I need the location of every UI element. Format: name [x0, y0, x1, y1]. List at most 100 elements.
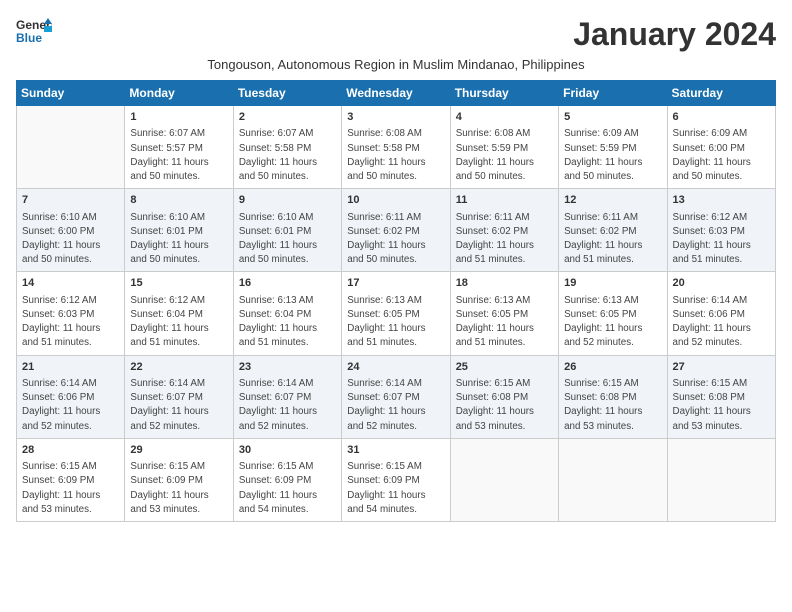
calendar-week-row: 7 Sunrise: 6:10 AMSunset: 6:00 PMDaylight… [17, 189, 776, 272]
table-row: 20 Sunrise: 6:14 AMSunset: 6:06 PMDayligh… [667, 272, 775, 355]
table-row: 4 Sunrise: 6:08 AMSunset: 5:59 PMDaylight… [450, 106, 558, 189]
day-number: 8 [130, 193, 227, 208]
col-saturday: Saturday [667, 81, 775, 106]
col-monday: Monday [125, 81, 233, 106]
table-row: 5Sunrise: 6:09 AMSunset: 5:59 PMDaylight… [559, 106, 667, 189]
day-info: Sunrise: 6:14 AMSunset: 6:06 PMDaylight:… [22, 377, 119, 434]
day-number: 6 [673, 110, 770, 125]
day-info: Sunrise: 6:15 AMSunset: 6:08 PMDaylight:… [564, 377, 661, 434]
day-info: Sunrise: 6:13 AMSunset: 6:05 PMDaylight:… [456, 294, 553, 351]
table-row: 13 Sunrise: 6:12 AMSunset: 6:03 PMDayligh… [667, 189, 775, 272]
table-row [450, 438, 558, 521]
day-info: Sunrise: 6:15 AMSunset: 6:08 PMDaylight:… [456, 377, 553, 434]
col-friday: Friday [559, 81, 667, 106]
page-subtitle: Tongouson, Autonomous Region in Muslim M… [16, 57, 776, 72]
calendar-week-row: 14 Sunrise: 6:12 AMSunset: 6:03 PMDayligh… [17, 272, 776, 355]
day-info: Sunrise: 6:13 AMSunset: 6:05 PMDaylight:… [564, 294, 661, 351]
table-row [17, 106, 125, 189]
day-number: 25 [456, 360, 553, 375]
day-info: Sunrise: 6:10 AMSunset: 6:01 PMDaylight:… [130, 211, 227, 268]
day-number: 19 [564, 276, 661, 291]
col-thursday: Thursday [450, 81, 558, 106]
day-info: Sunrise: 6:11 AMSunset: 6:02 PMDaylight:… [564, 211, 661, 268]
day-number: 1 [130, 110, 227, 125]
page-wrapper: General Blue January 2024 Tongouson, Aut… [16, 16, 776, 522]
table-row: 14 Sunrise: 6:12 AMSunset: 6:03 PMDayligh… [17, 272, 125, 355]
table-row: 16Sunrise: 6:13 AMSunset: 6:04 PMDayligh… [233, 272, 341, 355]
day-number: 9 [239, 193, 336, 208]
day-number: 7 [22, 193, 119, 208]
day-number: 26 [564, 360, 661, 375]
day-number: 11 [456, 193, 553, 208]
day-info: Sunrise: 6:11 AMSunset: 6:02 PMDaylight:… [456, 211, 553, 268]
table-row: 18 Sunrise: 6:13 AMSunset: 6:05 PMDayligh… [450, 272, 558, 355]
day-info: Sunrise: 6:15 AMSunset: 6:08 PMDaylight:… [673, 377, 770, 434]
day-number: 21 [22, 360, 119, 375]
day-info: Sunrise: 6:14 AMSunset: 6:07 PMDaylight:… [239, 377, 336, 434]
day-info: Sunrise: 6:15 AMSunset: 6:09 PMDaylight:… [239, 460, 336, 517]
table-row: 28Sunrise: 6:15 AMSunset: 6:09 PMDayligh… [17, 438, 125, 521]
table-row: 10 Sunrise: 6:11 AMSunset: 6:02 PMDayligh… [342, 189, 450, 272]
day-info: Sunrise: 6:12 AMSunset: 6:04 PMDaylight:… [130, 294, 227, 351]
day-info: Sunrise: 6:14 AMSunset: 6:07 PMDaylight:… [130, 377, 227, 434]
logo-icon: General Blue [16, 16, 52, 46]
table-row: 31Sunrise: 6:15 AMSunset: 6:09 PMDayligh… [342, 438, 450, 521]
day-number: 22 [130, 360, 227, 375]
day-info: Sunrise: 6:08 AMSunset: 5:58 PMDaylight:… [347, 127, 444, 184]
table-row: 8 Sunrise: 6:10 AMSunset: 6:01 PMDaylight… [125, 189, 233, 272]
day-info: Sunrise: 6:13 AMSunset: 6:04 PMDaylight:… [239, 294, 336, 351]
table-row: 3Sunrise: 6:08 AMSunset: 5:58 PMDaylight… [342, 106, 450, 189]
day-number: 5 [564, 110, 661, 125]
table-row: 19 Sunrise: 6:13 AMSunset: 6:05 PMDayligh… [559, 272, 667, 355]
day-info: Sunrise: 6:15 AMSunset: 6:09 PMDaylight:… [347, 460, 444, 517]
day-number: 13 [673, 193, 770, 208]
logo: General Blue [16, 16, 52, 46]
table-row: 15 Sunrise: 6:12 AMSunset: 6:04 PMDayligh… [125, 272, 233, 355]
day-info: Sunrise: 6:10 AMSunset: 6:00 PMDaylight:… [22, 211, 119, 268]
day-number: 17 [347, 276, 444, 291]
calendar-week-row: 1 Sunrise: 6:07 AMSunset: 5:57 PMDaylight… [17, 106, 776, 189]
day-info: Sunrise: 6:12 AMSunset: 6:03 PMDaylight:… [673, 211, 770, 268]
table-row: 6 Sunrise: 6:09 AMSunset: 6:00 PMDaylight… [667, 106, 775, 189]
day-number: 15 [130, 276, 227, 291]
day-number: 10 [347, 193, 444, 208]
day-number: 20 [673, 276, 770, 291]
table-row: 9Sunrise: 6:10 AMSunset: 6:01 PMDaylight… [233, 189, 341, 272]
table-row: 25 Sunrise: 6:15 AMSunset: 6:08 PMDayligh… [450, 355, 558, 438]
day-number: 23 [239, 360, 336, 375]
day-number: 30 [239, 443, 336, 458]
day-number: 2 [239, 110, 336, 125]
day-info: Sunrise: 6:08 AMSunset: 5:59 PMDaylight:… [456, 127, 553, 184]
day-number: 12 [564, 193, 661, 208]
calendar-week-row: 21 Sunrise: 6:14 AMSunset: 6:06 PMDayligh… [17, 355, 776, 438]
page-title: January 2024 [573, 16, 776, 53]
table-row [667, 438, 775, 521]
header: General Blue January 2024 [16, 16, 776, 53]
svg-text:Blue: Blue [16, 31, 42, 45]
col-wednesday: Wednesday [342, 81, 450, 106]
day-number: 18 [456, 276, 553, 291]
day-number: 4 [456, 110, 553, 125]
calendar-table: Sunday Monday Tuesday Wednesday Thursday… [16, 80, 776, 522]
day-info: Sunrise: 6:14 AMSunset: 6:07 PMDaylight:… [347, 377, 444, 434]
table-row: 17Sunrise: 6:13 AMSunset: 6:05 PMDayligh… [342, 272, 450, 355]
day-number: 28 [22, 443, 119, 458]
day-number: 14 [22, 276, 119, 291]
table-row: 27Sunrise: 6:15 AMSunset: 6:08 PMDayligh… [667, 355, 775, 438]
day-info: Sunrise: 6:11 AMSunset: 6:02 PMDaylight:… [347, 211, 444, 268]
table-row: 7 Sunrise: 6:10 AMSunset: 6:00 PMDaylight… [17, 189, 125, 272]
day-info: Sunrise: 6:14 AMSunset: 6:06 PMDaylight:… [673, 294, 770, 351]
table-row: 24 Sunrise: 6:14 AMSunset: 6:07 PMDayligh… [342, 355, 450, 438]
table-row: 26 Sunrise: 6:15 AMSunset: 6:08 PMDayligh… [559, 355, 667, 438]
day-info: Sunrise: 6:07 AMSunset: 5:57 PMDaylight:… [130, 127, 227, 184]
day-info: Sunrise: 6:07 AMSunset: 5:58 PMDaylight:… [239, 127, 336, 184]
table-row: 22 Sunrise: 6:14 AMSunset: 6:07 PMDayligh… [125, 355, 233, 438]
col-tuesday: Tuesday [233, 81, 341, 106]
day-number: 24 [347, 360, 444, 375]
table-row: 1 Sunrise: 6:07 AMSunset: 5:57 PMDaylight… [125, 106, 233, 189]
table-row: 30 Sunrise: 6:15 AMSunset: 6:09 PMDayligh… [233, 438, 341, 521]
day-info: Sunrise: 6:09 AMSunset: 6:00 PMDaylight:… [673, 127, 770, 184]
day-info: Sunrise: 6:12 AMSunset: 6:03 PMDaylight:… [22, 294, 119, 351]
table-row: 23 Sunrise: 6:14 AMSunset: 6:07 PMDayligh… [233, 355, 341, 438]
table-row: 11 Sunrise: 6:11 AMSunset: 6:02 PMDayligh… [450, 189, 558, 272]
